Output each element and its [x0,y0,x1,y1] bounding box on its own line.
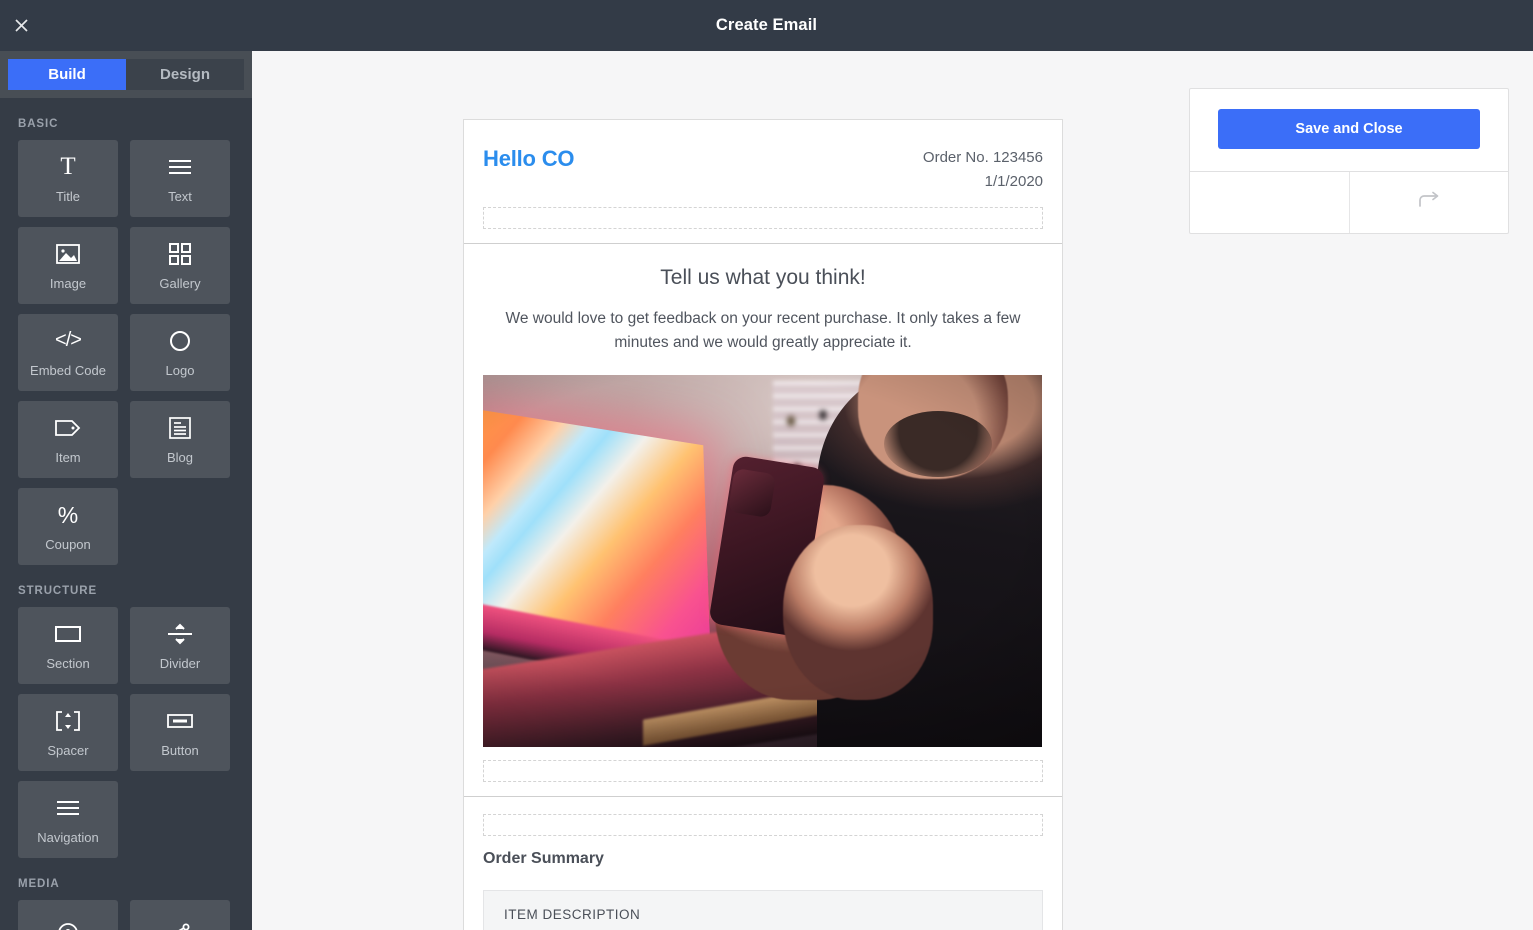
tile-label: Embed Code [30,362,106,378]
tile-label: Coupon [45,536,91,552]
text-lines-icon [168,154,192,180]
order-meta: Order No. 123456 1/1/2020 [923,146,1043,194]
tab-design[interactable]: Design [126,59,244,90]
sidebar: Build Design BASIC T Title Text Image Ga… [0,51,252,930]
tile-label: Image [49,275,87,291]
drop-zone[interactable] [483,760,1043,782]
block-spacer[interactable]: Spacer [18,694,118,771]
block-section[interactable]: Section [18,607,118,684]
email-body-section[interactable]: Tell us what you think! We would love to… [464,244,1062,797]
tile-group-structure: Section Divider Spacer Button Navigation [0,607,252,858]
block-embed-code[interactable]: </> Embed Code [18,314,118,391]
email-canvas: Hello CO Order No. 123456 1/1/2020 Tell … [252,51,1533,930]
block-item[interactable]: Item [18,401,118,478]
tile-label: Blog [166,449,194,465]
tag-icon [55,415,81,441]
tile-label: Logo [165,362,195,378]
tile-group-basic: T Title Text Image Gallery </> Embed Cod… [0,140,252,565]
tile-label: Navigation [37,829,99,845]
block-share[interactable] [130,900,230,930]
navigation-menu-icon [56,795,80,821]
section-label-basic: BASIC [18,118,59,130]
section-label-structure: STRUCTURE [18,585,98,597]
block-title[interactable]: T Title [18,140,118,217]
undo-button[interactable] [1190,172,1349,233]
email-body-text: We would love to get feedback on your re… [505,310,1021,351]
email-brand: Hello CO [483,146,575,171]
sidebar-tabs: Build Design [0,51,252,98]
tile-label: Spacer [47,742,89,758]
order-number: Order No. 123456 [922,149,1043,166]
redo-button[interactable] [1348,172,1509,233]
block-divider[interactable]: Divider [130,607,230,684]
tile-label: Section [46,655,90,671]
order-date: 1/1/2020 [984,173,1043,190]
divider-icon [167,621,193,647]
tile-label: Title [55,188,81,204]
title-bar: Create Email [0,0,1533,51]
photo-vignette [483,375,1042,747]
button-icon [167,708,193,734]
tab-build[interactable]: Build [8,59,126,90]
tile-label: Button [161,742,199,758]
image-icon [56,241,80,267]
email-heading: Tell us what you think! [660,266,866,289]
order-table-header-item-description: ITEM DESCRIPTION [484,891,1042,930]
block-button[interactable]: Button [130,694,230,771]
embed-code-icon: </> [55,329,82,351]
drop-zone[interactable] [483,207,1043,229]
drop-zone[interactable] [483,814,1043,836]
tile-label: Text [168,188,192,204]
order-table: ITEM DESCRIPTION [483,890,1043,930]
redo-arrow-icon [1416,189,1442,216]
map-pin-icon [56,921,80,930]
email-header-section[interactable]: Hello CO Order No. 123456 1/1/2020 [464,120,1062,244]
block-image[interactable]: Image [18,227,118,304]
actions-panel: Save and Close [1189,88,1509,234]
logo-circle-icon [169,328,191,354]
block-text[interactable]: Text [130,140,230,217]
email-photo[interactable] [483,375,1042,747]
page-title: Create Email [715,16,818,34]
spacer-icon [55,708,81,734]
block-gallery[interactable]: Gallery [130,227,230,304]
section-label-media: MEDIA [18,878,60,890]
block-map[interactable] [18,900,118,930]
section-rectangle-icon [55,621,81,647]
order-summary-title: Order Summary [483,850,604,867]
tile-label: Divider [159,655,201,671]
close-button[interactable] [0,0,42,51]
gallery-grid-icon [169,241,191,267]
tile-group-media [0,900,252,930]
email-preview: Hello CO Order No. 123456 1/1/2020 Tell … [463,119,1063,930]
block-logo[interactable]: Logo [130,314,230,391]
percent-icon: % [57,501,79,528]
block-blog[interactable]: Blog [130,401,230,478]
close-icon [13,17,30,34]
block-navigation[interactable]: Navigation [18,781,118,858]
block-coupon[interactable]: % Coupon [18,488,118,565]
save-and-close-button[interactable]: Save and Close [1218,109,1480,149]
email-order-section[interactable]: Order Summary ITEM DESCRIPTION [464,814,1062,930]
title-icon: T [60,152,76,180]
blog-document-icon [169,415,191,441]
share-icon [168,921,192,930]
tile-label: Gallery [159,275,201,291]
tile-label: Item [55,449,81,465]
